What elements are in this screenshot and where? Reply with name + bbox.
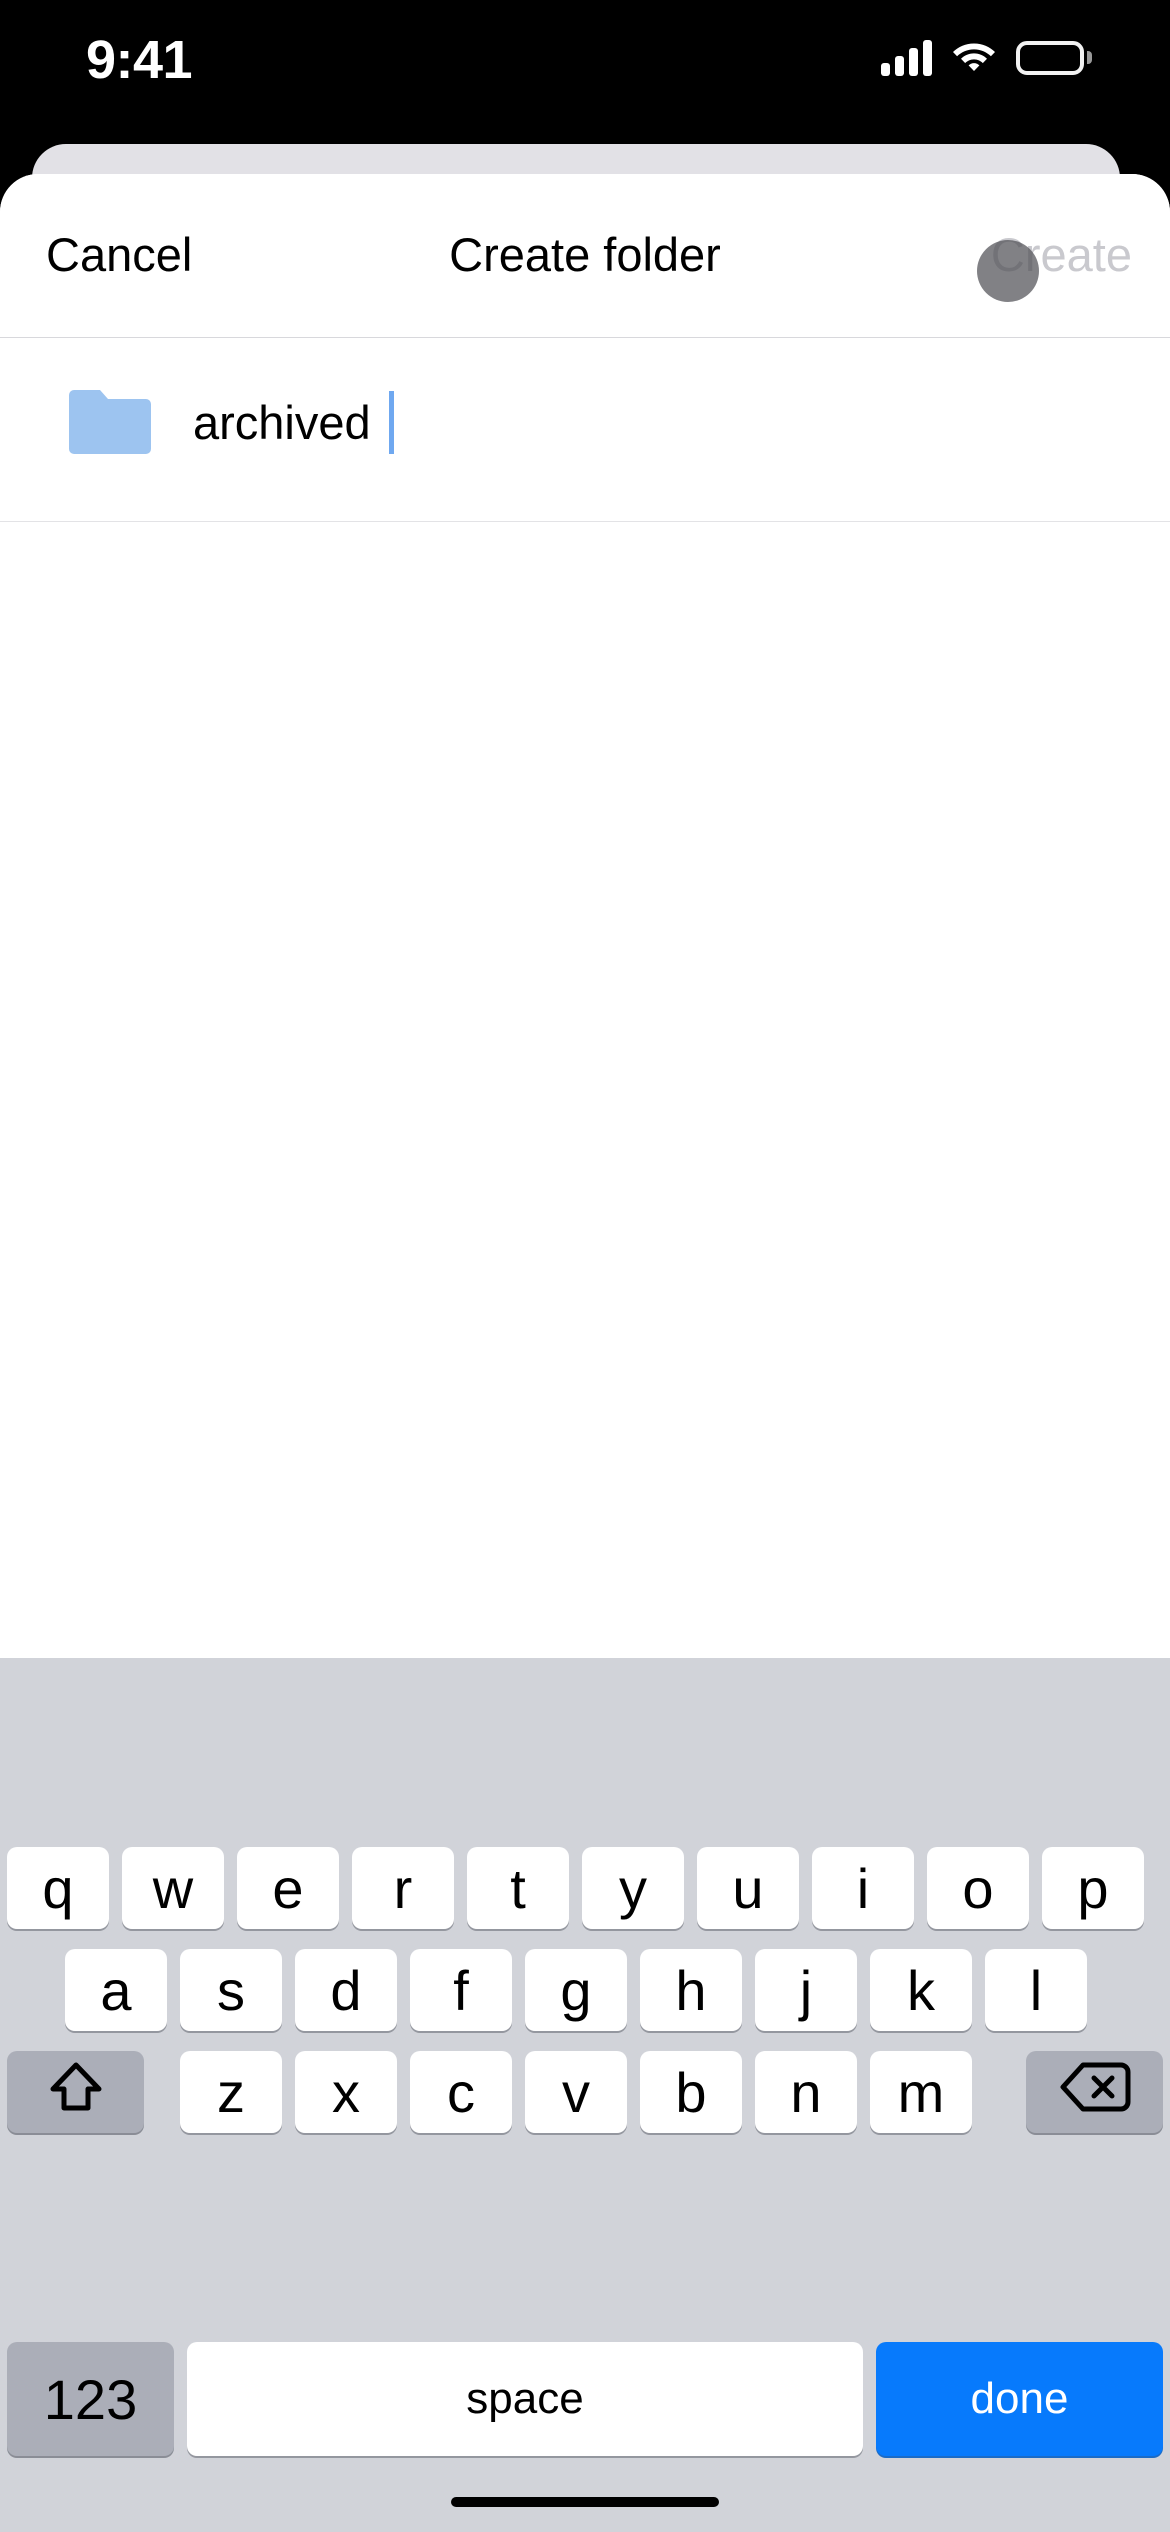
key-label: c xyxy=(447,2060,475,2124)
status-bar-icons xyxy=(881,38,1092,77)
key-label: f xyxy=(453,1958,469,2022)
key-a[interactable]: a xyxy=(65,1949,167,2031)
key-label: m xyxy=(897,2060,945,2124)
key-label: space xyxy=(466,2374,584,2423)
backspace-key[interactable] xyxy=(1026,2051,1163,2133)
text-cursor-caret xyxy=(389,391,394,454)
key-label: t xyxy=(510,1856,526,1920)
key-h[interactable]: h xyxy=(640,1949,742,2031)
key-label: y xyxy=(619,1856,647,1920)
key-r[interactable]: r xyxy=(352,1847,454,1929)
key-label: r xyxy=(393,1856,413,1920)
key-label: k xyxy=(907,1958,935,2022)
key-b[interactable]: b xyxy=(640,2051,742,2133)
key-label: d xyxy=(330,1958,362,2022)
key-label: n xyxy=(790,2060,822,2124)
folder-name-row xyxy=(0,338,1170,522)
key-o[interactable]: o xyxy=(927,1847,1029,1929)
key-label: u xyxy=(732,1856,764,1920)
key-label: a xyxy=(100,1958,132,2022)
wifi-icon xyxy=(952,38,996,77)
key-y[interactable]: y xyxy=(582,1847,684,1929)
key-label: x xyxy=(332,2060,360,2124)
key-label: v xyxy=(562,2060,590,2124)
backspace-delete-icon xyxy=(1059,2059,1131,2125)
key-label: b xyxy=(675,2060,707,2124)
onscreen-keyboard: q w e r t y u i o p a s d f g h j k l z x c v b n m 123 space done xyxy=(0,1658,1170,2532)
key-label: w xyxy=(152,1856,194,1920)
key-w[interactable]: w xyxy=(122,1847,224,1929)
key-label: q xyxy=(42,1856,74,1920)
key-label: z xyxy=(217,2060,245,2124)
status-bar: 9:41 xyxy=(0,0,1170,144)
key-d[interactable]: d xyxy=(295,1949,397,2031)
key-label: l xyxy=(1029,1958,1043,2022)
folder-icon xyxy=(64,385,156,459)
numbers-key[interactable]: 123 xyxy=(7,2342,174,2456)
create-button[interactable]: Create xyxy=(991,224,1132,286)
space-key[interactable]: space xyxy=(187,2342,863,2456)
key-label: 123 xyxy=(43,2367,138,2431)
key-label: i xyxy=(856,1856,870,1920)
cellular-signal-icon xyxy=(881,39,932,76)
key-g[interactable]: g xyxy=(525,1949,627,2031)
folder-name-input[interactable] xyxy=(193,382,1093,462)
battery-icon xyxy=(1016,40,1092,75)
key-q[interactable]: q xyxy=(7,1847,109,1929)
key-label: p xyxy=(1077,1856,1109,1920)
key-z[interactable]: z xyxy=(180,2051,282,2133)
home-indicator xyxy=(451,2497,719,2507)
key-l[interactable]: l xyxy=(985,1949,1087,2031)
key-label: done xyxy=(970,2374,1069,2423)
key-k[interactable]: k xyxy=(870,1949,972,2031)
key-label: h xyxy=(675,1958,707,2022)
create-folder-sheet: Cancel Create folder Create archived q w… xyxy=(0,174,1170,2532)
key-label: o xyxy=(962,1856,994,1920)
key-c[interactable]: c xyxy=(410,2051,512,2133)
key-s[interactable]: s xyxy=(180,1949,282,2031)
key-e[interactable]: e xyxy=(237,1847,339,1929)
sheet-content-area xyxy=(0,522,1170,1658)
iphone-screen: 9:41 Cancel Create folder Create archive… xyxy=(0,0,1170,2532)
key-x[interactable]: x xyxy=(295,2051,397,2133)
sheet-navigation-bar: Cancel Create folder Create xyxy=(0,174,1170,338)
key-label: j xyxy=(799,1958,813,2022)
key-i[interactable]: i xyxy=(812,1847,914,1929)
key-label: g xyxy=(560,1958,592,2022)
key-f[interactable]: f xyxy=(410,1949,512,2031)
key-m[interactable]: m xyxy=(870,2051,972,2133)
key-label: s xyxy=(217,1958,245,2022)
key-n[interactable]: n xyxy=(755,2051,857,2133)
key-t[interactable]: t xyxy=(467,1847,569,1929)
key-p[interactable]: p xyxy=(1042,1847,1144,1929)
status-bar-time: 9:41 xyxy=(86,30,193,90)
done-key[interactable]: done xyxy=(876,2342,1163,2456)
key-v[interactable]: v xyxy=(525,2051,627,2133)
key-j[interactable]: j xyxy=(755,1949,857,2031)
shift-arrow-icon xyxy=(45,2056,107,2128)
key-u[interactable]: u xyxy=(697,1847,799,1929)
key-label: e xyxy=(272,1856,304,1920)
shift-key[interactable] xyxy=(7,2051,144,2133)
